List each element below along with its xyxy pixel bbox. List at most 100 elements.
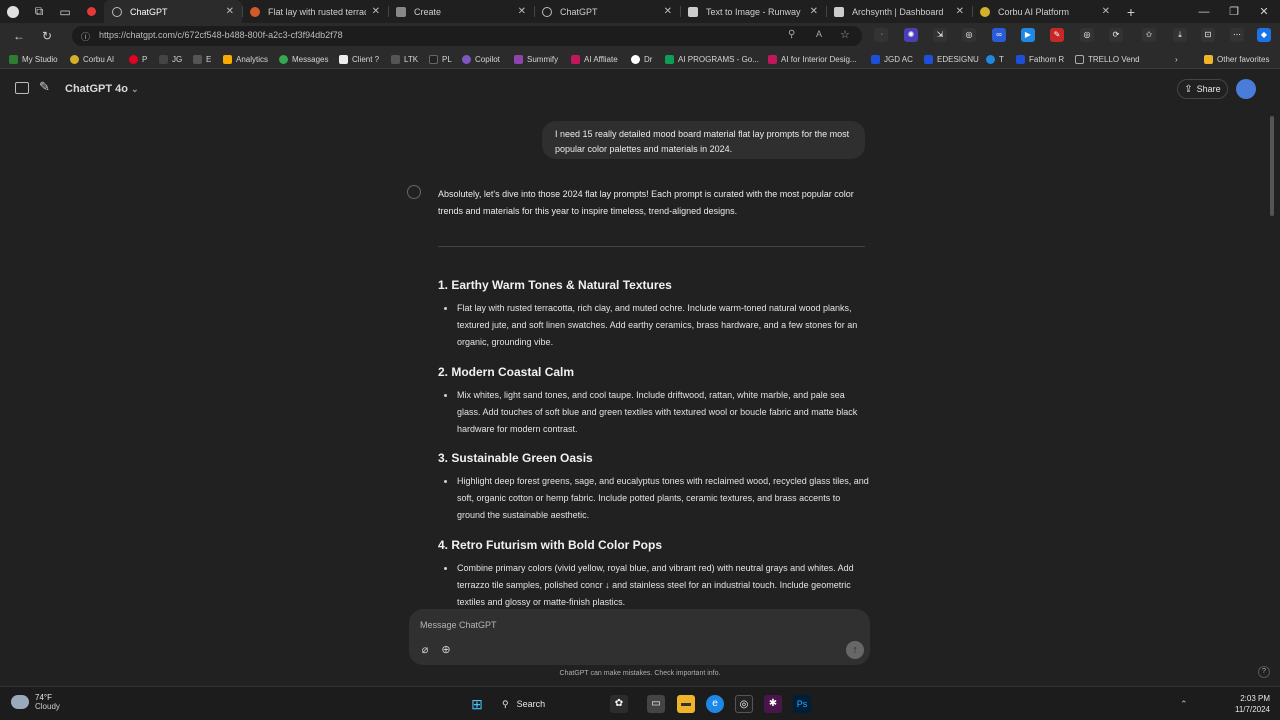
restore-icon[interactable]: ❐ [1218,0,1250,23]
taskbar-search[interactable]: ⚲ Search [494,694,604,714]
zoom-icon[interactable]: ⚲ [788,29,795,40]
extension-icon[interactable]: ✺ [904,28,918,42]
downloads-icon[interactable]: ⤓ [1173,28,1187,42]
favorites-icon[interactable]: ✩ [1142,28,1156,42]
extension-icon[interactable]: ✎ [1050,28,1064,42]
tab-actions-icon[interactable]: ▭ [52,0,78,23]
bookmark-client[interactable]: Client ? [339,53,379,65]
widgets-icon[interactable]: ✿ [610,695,628,713]
close-icon[interactable]: ✕ [226,6,234,17]
bookmark-edesignu[interactable]: EDESIGNU [924,53,979,65]
extension-icon[interactable]: ∞ [992,28,1006,42]
help-icon[interactable]: ? [1258,666,1270,678]
windows-start-icon[interactable]: ⊞ [468,695,486,713]
bookmarks-overflow-icon[interactable]: › [1175,53,1178,65]
window-close-icon[interactable]: ✕ [1248,0,1280,23]
page-icon [1075,54,1084,64]
tab-corbu[interactable]: Corbu AI Platform ✕ [972,0,1118,23]
tray-chevron-icon[interactable]: ⌃ [1180,699,1188,710]
read-aloud-icon[interactable]: A [816,29,822,39]
bookmark-ai-interior[interactable]: AI for Interior Desig... [768,53,857,65]
slack-icon[interactable]: ✱ [764,695,782,713]
bookmark-pl[interactable]: PL [429,53,452,65]
tab-flat-lay[interactable]: Flat lay with rusted terracotta ✕ [242,0,388,23]
clock[interactable]: 2:03 PM 11/7/2024 [1194,693,1270,715]
bookmark-ltk[interactable]: LTK [391,53,418,65]
bullet [444,394,447,397]
extension-icon[interactable]: ⇲ [933,28,947,42]
tab-chatgpt-active[interactable]: ChatGPT ✕ [104,0,242,23]
bookmark-icon [1016,54,1025,64]
tab-create[interactable]: Create ✕ [388,0,534,23]
new-chat-icon[interactable]: ✎ [39,79,50,95]
section-body: Mix whites, light sand tones, and cool t… [457,390,858,434]
folder-icon [1204,54,1213,64]
extension-icon[interactable]: ◎ [1080,28,1094,42]
globe-icon[interactable]: ⊕ [439,643,453,657]
workspaces-icon[interactable]: ⧉ [26,0,52,23]
bookmark-e[interactable]: E [193,53,211,65]
close-icon[interactable]: ✕ [1102,6,1110,17]
share-button[interactable]: ⇪ Share [1177,79,1228,99]
back-icon[interactable]: ← [10,27,28,45]
chatgpt-extension-icon[interactable]: ◎ [962,28,976,42]
address-bar[interactable]: ⓘ https://chatgpt.com/c/672cf548-b488-80… [72,26,862,46]
attach-icon[interactable]: ⌀ [418,643,432,657]
other-favorites[interactable]: Other favorites [1204,53,1269,65]
favorite-star-icon[interactable]: ☆ [840,28,850,41]
profile-icon[interactable] [0,0,26,23]
bookmark-jg[interactable]: JG [159,53,182,65]
tab-chatgpt-2[interactable]: ChatGPT ✕ [534,0,680,23]
section-title: 2. Modern Coastal Calm [438,365,575,379]
close-icon[interactable]: ✕ [664,6,672,17]
info-icon[interactable]: ⓘ [81,30,90,43]
close-icon[interactable]: ✕ [810,6,818,17]
message-input[interactable] [420,618,720,632]
weather-widget[interactable]: 74°F Cloudy [11,693,60,711]
model-selector[interactable]: ChatGPT 4o ⌄ [65,83,139,95]
scrollbar-thumb[interactable] [1270,116,1274,216]
bookmark-trello[interactable]: TRELLO Vend [1075,53,1140,65]
tab-runway[interactable]: Text to Image - Runway ✕ [680,0,826,23]
bullet [444,307,447,310]
more-menu-icon[interactable]: ⋯ [1230,28,1244,42]
extensions-puzzle-icon[interactable]: ⟳ [1109,28,1123,42]
sidebar-toggle-icon[interactable] [15,82,29,94]
extension-icon[interactable]: ▶ [1021,28,1035,42]
record-icon[interactable] [78,0,104,23]
archsynth-favicon-icon [834,6,844,17]
close-icon[interactable]: ✕ [372,6,380,17]
bookmark-corbu-ai[interactable]: Corbu AI [70,53,114,65]
bookmark-p[interactable]: P [129,53,147,65]
bookmark-analytics[interactable]: Analytics [223,53,268,65]
bookmark-dr[interactable]: Dr [631,53,652,65]
avatar[interactable] [1236,79,1256,99]
refresh-icon[interactable]: ↻ [38,27,56,45]
bookmark-ai-affliate[interactable]: AI Affliate [571,53,618,65]
bookmark-messages[interactable]: Messages [279,53,328,65]
bookmark-fathom[interactable]: Fathom R [1016,53,1064,65]
bookmark-ai-programs[interactable]: AI PROGRAMS - Go... [665,53,759,65]
chatgpt-app-icon[interactable]: ◎ [735,695,753,713]
bookmark-summify[interactable]: Summify [514,53,558,65]
chatgpt-logo-icon [407,185,421,199]
screenshot-icon[interactable]: ⊡ [1201,28,1215,42]
send-button[interactable]: ↑ [846,641,864,659]
extension-icon[interactable]: ◔ [874,28,888,42]
minimize-icon[interactable]: — [1188,0,1220,23]
bookmark-copilot[interactable]: Copilot [462,53,500,65]
bookmark-jgd-ac[interactable]: JGD AC [871,53,913,65]
copilot-icon[interactable]: ◆ [1257,28,1271,42]
edge-icon[interactable]: e [706,695,724,713]
app-header: ✎ ChatGPT 4o ⌄ ⇪ Share [0,70,1280,108]
bookmark-icon [986,54,995,64]
file-explorer-icon[interactable]: ▬ [677,695,695,713]
close-icon[interactable]: ✕ [956,6,964,17]
bookmark-t[interactable]: T [986,53,1004,65]
new-tab-button[interactable]: + [1118,4,1144,20]
task-view-icon[interactable]: ▭ [647,695,665,713]
tab-archsynth[interactable]: Archsynth | Dashboard ✕ [826,0,972,23]
bookmark-my-studio[interactable]: My Studio [9,53,58,65]
close-icon[interactable]: ✕ [518,6,526,17]
photoshop-icon[interactable]: Ps [793,695,811,713]
